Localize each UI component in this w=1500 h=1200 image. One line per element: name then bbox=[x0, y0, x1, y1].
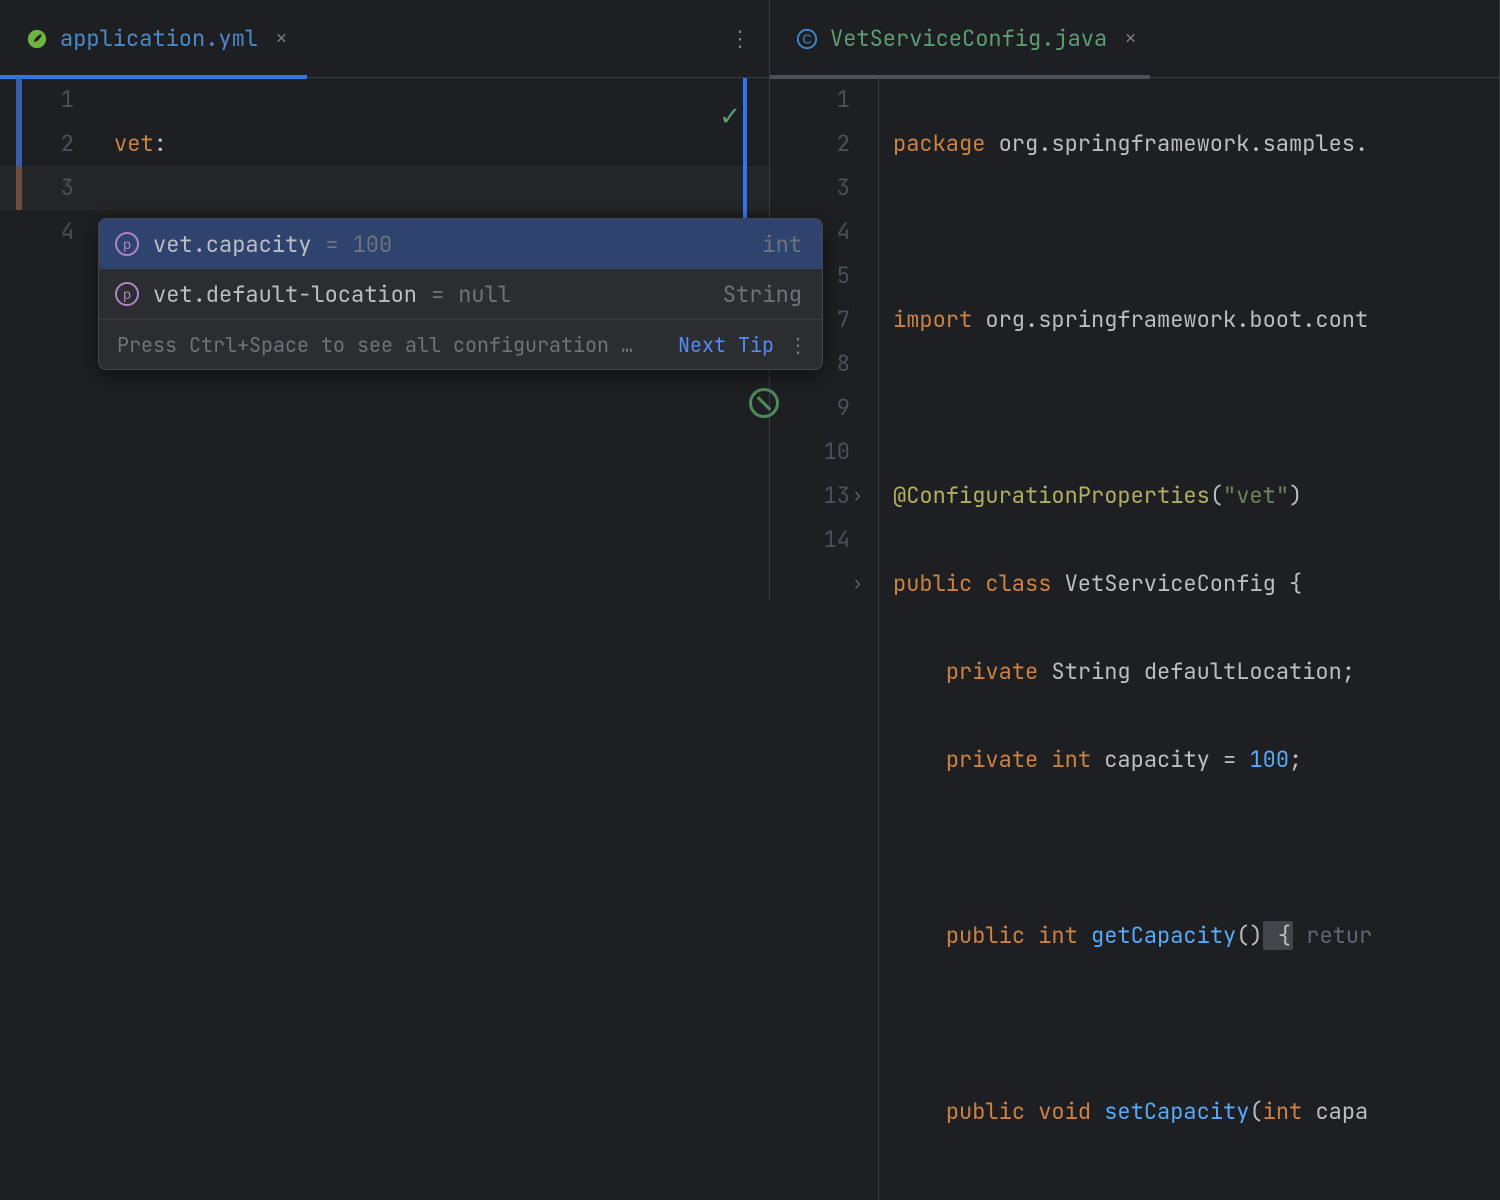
tabbar-left: application.yml ✕ ⋮ bbox=[0, 0, 769, 78]
next-tip-link[interactable]: Next Tip bbox=[678, 332, 774, 358]
line-number: 10 bbox=[770, 430, 850, 474]
close-icon[interactable]: ✕ bbox=[276, 27, 287, 50]
code-right[interactable]: package org.springframework.samples. imp… bbox=[878, 78, 1499, 1200]
property-icon: p bbox=[115, 232, 139, 256]
autocomplete-item[interactable]: p vet.capacity=100 int bbox=[99, 219, 822, 269]
line-number: 3 bbox=[770, 166, 850, 210]
line-number: 14 bbox=[770, 518, 850, 562]
editor-right[interactable]: 1 2 3 4 5 7 8 9 10 13 14 › › package org… bbox=[770, 78, 1499, 1200]
active-line-highlight bbox=[0, 166, 769, 210]
line-number: 3 bbox=[0, 166, 74, 210]
inspection-ok-icon[interactable]: ✓ bbox=[719, 94, 741, 138]
property-icon: p bbox=[115, 282, 139, 306]
gutter-right: 1 2 3 4 5 7 8 9 10 13 14 › › bbox=[770, 78, 878, 1200]
line-number: 1 bbox=[0, 78, 74, 122]
line-number: 8 bbox=[770, 342, 850, 386]
line-number: 13 bbox=[770, 474, 850, 518]
line-number: 4 bbox=[770, 210, 850, 254]
tab-label: application.yml bbox=[60, 24, 258, 53]
gutter-left: 1 2 3 4 bbox=[0, 78, 96, 600]
class-icon: C bbox=[796, 28, 818, 50]
tab-label: VetServiceConfig.java bbox=[830, 24, 1107, 53]
line-number: 5 bbox=[770, 254, 850, 298]
close-icon[interactable]: ✕ bbox=[1125, 27, 1136, 50]
line-number: 9 bbox=[770, 386, 850, 430]
tab-application-yml[interactable]: application.yml ✕ bbox=[0, 0, 307, 78]
line-number: 1 bbox=[770, 78, 850, 122]
fold-chevron-icon[interactable]: › bbox=[852, 474, 863, 518]
line-number: 2 bbox=[0, 122, 74, 166]
tabbar-right: C VetServiceConfig.java ✕ bbox=[770, 0, 1499, 78]
spring-icon bbox=[26, 28, 48, 50]
tab-menu-icon[interactable]: ⋮ bbox=[729, 24, 769, 53]
line-number: 4 bbox=[0, 210, 74, 254]
fold-chevron-icon[interactable]: › bbox=[852, 562, 863, 606]
autocomplete-item[interactable]: p vet.default-location=null String bbox=[99, 269, 822, 319]
autocomplete-footer: Press Ctrl+Space to see all configuratio… bbox=[99, 319, 822, 369]
line-number: 2 bbox=[770, 122, 850, 166]
tab-vetserviceconfig[interactable]: C VetServiceConfig.java ✕ bbox=[770, 0, 1156, 78]
autocomplete-popup: p vet.capacity=100 int p vet.default-loc… bbox=[98, 218, 823, 370]
hint-text: Press Ctrl+Space to see all configuratio… bbox=[117, 332, 664, 358]
svg-text:C: C bbox=[802, 31, 811, 46]
line-number: 7 bbox=[770, 298, 850, 342]
